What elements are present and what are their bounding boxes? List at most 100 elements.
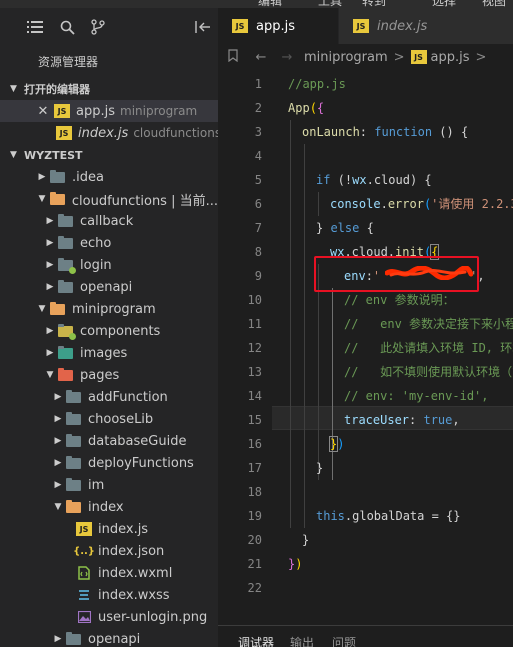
chevron-right-icon: ▶: [46, 238, 54, 248]
tree-label: pages: [80, 367, 120, 383]
menu-item[interactable]: 编辑: [258, 0, 282, 8]
tree-item-callback[interactable]: ▶ callback: [0, 210, 218, 232]
tree-item-index-wxss[interactable]: index.wxss: [0, 584, 218, 606]
project-header[interactable]: ▼ WYZTEST: [0, 144, 218, 166]
breadcrumb-folder[interactable]: miniprogram: [304, 50, 388, 65]
breadcrumb-file[interactable]: app.js: [431, 50, 470, 65]
line-number: 6: [254, 197, 262, 211]
code-line-15: traceUser: true,: [344, 413, 460, 427]
chevron-right-icon: ▶: [54, 634, 62, 644]
collapse-panel-icon[interactable]: [192, 16, 214, 38]
breadcrumb-separator: >: [393, 49, 405, 65]
forward-arrow-icon[interactable]: →: [274, 50, 300, 65]
menu-item[interactable]: 选择: [432, 0, 456, 8]
code-line-11: // env 参数决定接下来小程序发起的云开发调用: [344, 317, 513, 331]
source-control-icon[interactable]: [87, 16, 109, 38]
tree-item-openapi-page[interactable]: ▶ openapi: [0, 628, 218, 647]
breadcrumb-separator: >: [475, 49, 487, 65]
line-number: 15: [247, 413, 262, 427]
tree-label: index.wxml: [98, 565, 173, 581]
tab-app-js[interactable]: JS app.js: [218, 8, 338, 44]
top-menu-bar: 编辑 工具 转到 选择 视图: [0, 0, 513, 8]
js-file-icon: JS: [54, 104, 70, 118]
chevron-right-icon: ▶: [46, 326, 54, 336]
code-line-20: }: [302, 533, 310, 547]
folder-icon: [50, 169, 65, 183]
code-line-13: // 如不填则使用默认环境（第一个创建的环境）: [344, 365, 513, 379]
tree-item-addfunction[interactable]: ▶ addFunction: [0, 386, 218, 408]
chevron-down-icon: ▼: [54, 502, 62, 512]
tab-index-js[interactable]: JS index.js: [339, 8, 513, 44]
search-icon[interactable]: [56, 16, 78, 38]
code-line-1: //app.js: [288, 77, 346, 91]
tree-item-chooselib[interactable]: ▶ chooseLib: [0, 408, 218, 430]
menu-item[interactable]: 转到: [362, 0, 386, 8]
tree-label: echo: [80, 235, 112, 251]
line-number: 10: [247, 293, 262, 307]
tree-label: im: [88, 477, 105, 493]
tree-item-openapi[interactable]: ▶ openapi: [0, 276, 218, 298]
tree-item-miniprogram[interactable]: ▼ miniprogram: [0, 298, 218, 320]
bookmark-icon[interactable]: [218, 48, 248, 66]
code-line-6: console.error('请使用 2.2.3 或以上的基础库以使用云能力'): [330, 197, 513, 211]
tree-item-index-json[interactable]: {..} index.json: [0, 540, 218, 562]
open-editor-label: index.js: [78, 125, 129, 141]
chevron-down-icon: ▼: [38, 304, 46, 314]
open-editor-label: app.js: [76, 103, 115, 119]
open-editors-title: 打开的编辑器: [24, 83, 90, 96]
code-text-area[interactable]: //app.js App({ onLaunch: function () { i…: [288, 70, 513, 600]
tree-item-index-wxml[interactable]: index.wxml: [0, 562, 218, 584]
line-number: 1: [254, 77, 262, 91]
line-number: 17: [247, 461, 262, 475]
folder-cloud-icon: [58, 257, 76, 274]
tree-item-index-folder[interactable]: ▼ index: [0, 496, 218, 518]
tab-debugger[interactable]: 调试器: [238, 634, 274, 647]
wxml-file-icon: [76, 566, 92, 580]
tree-label: openapi: [80, 279, 133, 295]
menu-item[interactable]: 视图: [482, 0, 506, 8]
code-line-3: onLaunch: function () {: [302, 125, 469, 139]
tree-item-pages[interactable]: ▼ pages: [0, 364, 218, 386]
indent-guide: [318, 264, 319, 480]
tree-item-databaseguide[interactable]: ▶ databaseGuide: [0, 430, 218, 452]
tree-item-user-unlogin-png[interactable]: user-unlogin.png: [0, 606, 218, 628]
menu-item[interactable]: 工具: [318, 0, 342, 8]
tree-item-cloudfunctions[interactable]: ▼ cloudfunctions | 当前...: [0, 188, 218, 210]
tree-item-deployfunctions[interactable]: ▶ deployFunctions: [0, 452, 218, 474]
line-number: 21: [247, 557, 262, 571]
tab-label: app.js: [256, 18, 295, 34]
explorer-icon[interactable]: [24, 16, 46, 38]
tree-label: chooseLib: [88, 411, 154, 427]
open-editor-hint: miniprogram: [120, 104, 198, 118]
tab-output[interactable]: 输出: [290, 634, 314, 647]
tree-item-echo[interactable]: ▶ echo: [0, 232, 218, 254]
close-icon[interactable]: ✕: [36, 104, 50, 119]
tree-item-images[interactable]: ▶ images: [0, 342, 218, 364]
tree-item-login[interactable]: ▶ login: [0, 254, 218, 276]
chevron-right-icon: ▶: [46, 348, 54, 358]
tree-item-im[interactable]: ▶ im: [0, 474, 218, 496]
tree-label: index: [88, 499, 124, 515]
code-line-14: // env: 'my-env-id',: [344, 389, 489, 403]
tree-label: index.wxss: [98, 587, 170, 603]
tree-item-index-js[interactable]: JS index.js: [0, 518, 218, 540]
folder-open-icon: [49, 191, 65, 205]
code-line-5: if (!wx.cloud) {: [316, 173, 432, 187]
chevron-right-icon: ▶: [54, 414, 62, 424]
editor-tabs: JS app.js JS index.js: [218, 8, 513, 44]
tree-label: images: [80, 345, 128, 361]
chevron-down-icon: ▼: [46, 370, 54, 380]
open-editor-item-index-js[interactable]: JS index.js cloudfunctions\l...: [0, 122, 218, 144]
tree-item-components[interactable]: ▶ components: [0, 320, 218, 342]
bottom-panel: 调试器 输出 问题: [218, 625, 513, 647]
tab-problems[interactable]: 问题: [332, 634, 356, 647]
code-line-16: }): [328, 436, 345, 452]
folder-icon: [58, 279, 73, 293]
line-number: 16: [247, 437, 262, 451]
back-arrow-icon[interactable]: ←: [248, 50, 274, 65]
js-file-icon: JS: [353, 19, 369, 33]
open-editors-header[interactable]: ▼ 打开的编辑器: [0, 78, 218, 100]
open-editor-item-app-js[interactable]: ✕ JS app.js miniprogram: [0, 100, 218, 122]
tree-item-idea[interactable]: ▶ .idea: [0, 166, 218, 188]
tree-label: index.js: [98, 521, 149, 537]
